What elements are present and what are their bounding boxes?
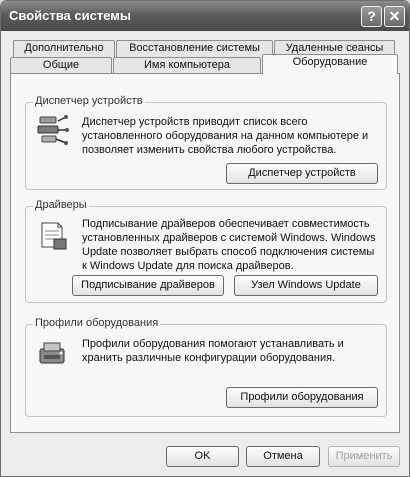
drivers-group-title: Драйверы [33, 199, 89, 211]
hardware-profiles-group-title: Профили оборудования [33, 317, 161, 329]
tab-general[interactable]: Общие [10, 57, 112, 74]
apply-button[interactable]: Применить [328, 446, 400, 467]
tab-advanced[interactable]: Дополнительно [13, 40, 115, 57]
title-bar[interactable]: Свойства системы ? ✕ [1, 1, 409, 31]
close-button[interactable]: ✕ [384, 6, 405, 27]
window-title: Свойства системы [9, 8, 131, 23]
windows-update-button[interactable]: Узел Windows Update [234, 275, 378, 296]
drivers-group: Драйверы Подписывание драйверов обеспечи… [25, 199, 387, 303]
device-manager-group: Диспетчер устройств Диспетчер устройств … [25, 95, 387, 190]
tab-system-restore[interactable]: Восстановление системы [116, 40, 273, 57]
hardware-profiles-button[interactable]: Профили оборудования [226, 387, 378, 408]
device-manager-description: Диспетчер устройств приводит список всег… [82, 116, 369, 156]
device-manager-group-title: Диспетчер устройств [33, 95, 145, 107]
cancel-button[interactable]: Отмена [246, 446, 320, 467]
tab-hardware[interactable]: Оборудование [262, 54, 398, 74]
device-manager-button[interactable]: Диспетчер устройств [226, 163, 378, 184]
drivers-description: Подписывание драйверов обеспечивает совм… [82, 218, 376, 272]
driver-signing-button[interactable]: Подписывание драйверов [72, 275, 224, 296]
hardware-profiles-description: Профили оборудования помогают устанавлив… [82, 338, 344, 364]
device-manager-icon [37, 115, 69, 145]
hardware-tab-panel: Диспетчер устройств Диспетчер устройств … [10, 73, 400, 433]
drivers-icon [41, 222, 67, 250]
tab-computer-name[interactable]: Имя компьютера [113, 57, 261, 74]
ok-button[interactable]: OK [166, 446, 239, 467]
help-button[interactable]: ? [361, 6, 382, 27]
hardware-profiles-group: Профили оборудования Профили оборудовани… [25, 317, 387, 417]
system-properties-window: Свойства системы ? ✕ Дополнительно Восст… [0, 0, 410, 477]
hardware-profiles-icon [39, 342, 65, 364]
